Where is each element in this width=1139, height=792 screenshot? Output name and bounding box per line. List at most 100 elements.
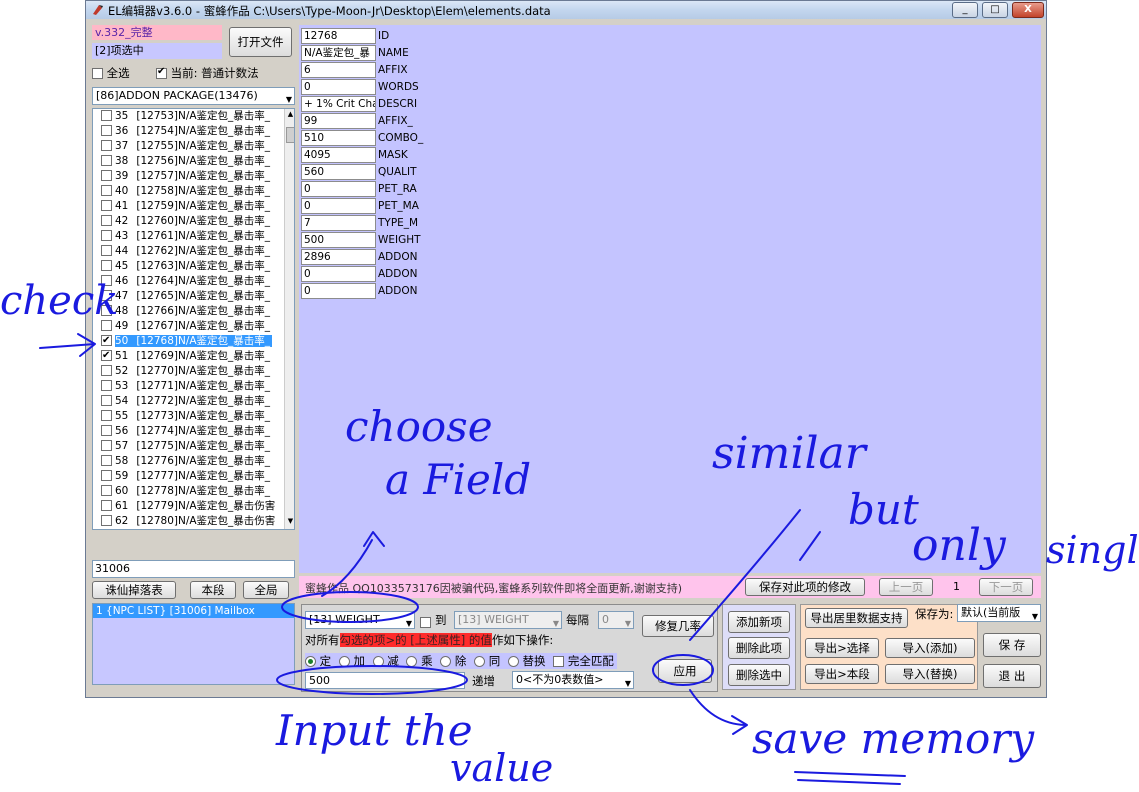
add-radio[interactable]	[338, 656, 350, 667]
search-results-list[interactable]: 1 {NPC LIST} [31006] Mailbox	[92, 603, 295, 685]
scroll-down-icon[interactable]: ▼	[286, 517, 294, 527]
export-section-button[interactable]: 导出>本段	[805, 664, 879, 684]
current-mode-checkbox[interactable]	[156, 66, 167, 79]
close-button[interactable]: X	[1012, 2, 1044, 18]
list-item[interactable]: 46 [12764]N/A鉴定包_暴击率_	[93, 274, 294, 289]
list-item[interactable]: 60 [12778]N/A鉴定包_暴击率_	[93, 484, 294, 499]
list-item-checkbox[interactable]	[101, 139, 112, 151]
list-item-checkbox[interactable]	[101, 469, 112, 481]
list-item[interactable]: 51 [12769]N/A鉴定包_暴击率_	[93, 348, 294, 364]
multiply-radio[interactable]	[406, 656, 418, 667]
item-list[interactable]: 35 [12753]N/A鉴定包_暴击率_ 36 [12754]N/A鉴定包_暴击率_…	[92, 108, 295, 530]
search-input[interactable]: 31006	[92, 560, 295, 578]
list-item[interactable]: 42 [12760]N/A鉴定包_暴击率_	[93, 214, 294, 229]
list-item-checkbox[interactable]	[101, 214, 112, 226]
list-item[interactable]: 55 [12773]N/A鉴定包_暴击率_	[93, 409, 294, 424]
list-item-checkbox[interactable]	[101, 259, 112, 271]
divide-radio[interactable]	[440, 656, 452, 667]
subtract-radio[interactable]	[372, 656, 384, 667]
condition-select[interactable]: 0<不为0表数值> ▼	[512, 671, 634, 689]
list-item-checkbox[interactable]	[101, 348, 112, 363]
replace-radio[interactable]	[507, 656, 519, 667]
list-item-checkbox[interactable]	[101, 409, 112, 421]
field-value-input[interactable]: 99	[301, 113, 376, 129]
title-bar[interactable]: EL编辑器v3.6.0 - 蜜蜂作品 C:\Users\Type-Moon-Jr…	[86, 1, 1046, 19]
zhuxian-drop-table-button[interactable]: 诛仙掉落表	[92, 581, 176, 599]
field-value-input[interactable]: 4095	[301, 147, 376, 163]
value-input[interactable]: 500	[305, 672, 465, 689]
list-item-checkbox[interactable]	[101, 109, 112, 121]
list-item[interactable]: 35 [12753]N/A鉴定包_暴击率_	[93, 109, 294, 124]
field-value-input[interactable]: 510	[301, 130, 376, 146]
section-button[interactable]: 本段	[190, 581, 236, 599]
list-item[interactable]: 53 [12771]N/A鉴定包_暴击率_	[93, 379, 294, 394]
minimize-button[interactable]: _	[952, 2, 978, 18]
list-item[interactable]: 58 [12776]N/A鉴定包_暴击率_	[93, 454, 294, 469]
list-item-checkbox[interactable]	[101, 439, 112, 451]
list-item[interactable]: 56 [12774]N/A鉴定包_暴击率_	[93, 424, 294, 439]
select-all-checkbox[interactable]	[92, 68, 103, 79]
save-button[interactable]: 保 存	[983, 633, 1041, 657]
list-item-checkbox[interactable]	[101, 124, 112, 136]
list-item-checkbox[interactable]	[101, 394, 112, 406]
prev-page-button[interactable]: 上一页	[879, 578, 933, 596]
list-item[interactable]: 38 [12756]N/A鉴定包_暴击率_	[93, 154, 294, 169]
open-file-button[interactable]: 打开文件	[229, 27, 292, 57]
list-item[interactable]: 61 [12779]N/A鉴定包_暴击伤害	[93, 499, 294, 514]
list-item[interactable]: 43 [12761]N/A鉴定包_暴击率_	[93, 229, 294, 244]
list-item[interactable]: 44 [12762]N/A鉴定包_暴击率_	[93, 244, 294, 259]
list-item[interactable]: 54 [12772]N/A鉴定包_暴击率_	[93, 394, 294, 409]
list-item[interactable]: 39 [12757]N/A鉴定包_暴击率_	[93, 169, 294, 184]
list-item[interactable]: 59 [12777]N/A鉴定包_暴击率_	[93, 469, 294, 484]
export-data-support-button[interactable]: 导出居里数据支持	[805, 608, 908, 628]
list-item[interactable]: 45 [12763]N/A鉴定包_暴击率_	[93, 259, 294, 274]
import-replace-button[interactable]: 导入(替换)	[885, 664, 975, 684]
list-item[interactable]: 49 [12767]N/A鉴定包_暴击率_	[93, 319, 294, 334]
interval-select[interactable]: 0 ▼	[598, 611, 634, 629]
field-value-input[interactable]: 0	[301, 198, 376, 214]
list-item-checkbox[interactable]	[101, 379, 112, 391]
scroll-thumb[interactable]	[286, 127, 294, 143]
field-value-input[interactable]: 2896	[301, 249, 376, 265]
range-checkbox[interactable]	[420, 616, 431, 628]
field-select[interactable]: [13] WEIGHT ▼	[305, 611, 415, 629]
list-item[interactable]: 48 [12766]N/A鉴定包_暴击率_	[93, 304, 294, 319]
field-value-input[interactable]: 0	[301, 79, 376, 95]
field-value-input[interactable]: 7	[301, 215, 376, 231]
scroll-up-icon[interactable]: ▲	[286, 110, 294, 120]
global-button[interactable]: 全局	[243, 581, 289, 599]
field-value-input[interactable]: 560	[301, 164, 376, 180]
list-item[interactable]: 41 [12759]N/A鉴定包_暴击率_	[93, 199, 294, 214]
field-value-input[interactable]: 0	[301, 181, 376, 197]
save-changes-button[interactable]: 保存对此项的修改	[745, 578, 865, 596]
apply-button[interactable]: 应用	[658, 659, 712, 683]
list-item-checkbox[interactable]	[101, 169, 112, 181]
set-radio[interactable]	[305, 656, 316, 667]
list-item[interactable]: 40 [12758]N/A鉴定包_暴击率_	[93, 184, 294, 199]
list-scrollbar[interactable]: ▲ ▼	[284, 109, 294, 529]
field-value-input[interactable]: 12768	[301, 28, 376, 44]
list-item-checkbox[interactable]	[101, 154, 112, 166]
exit-button[interactable]: 退 出	[983, 664, 1041, 688]
list-item-checkbox[interactable]	[101, 244, 112, 256]
list-item-checkbox[interactable]	[101, 199, 112, 211]
add-new-item-button[interactable]: 添加新项	[728, 611, 790, 633]
field-value-input[interactable]: N/A鉴定包_暴	[301, 45, 376, 61]
list-item-checkbox[interactable]	[101, 184, 112, 196]
field-value-input[interactable]: + 1% Crit Chan	[301, 96, 376, 112]
delete-selected-button[interactable]: 删除选中	[728, 664, 790, 686]
category-select[interactable]: [86]ADDON PACKAGE(13476) ▼	[92, 87, 295, 105]
list-item-checkbox[interactable]	[101, 333, 112, 348]
field-value-input[interactable]: 0	[301, 283, 376, 299]
list-item-checkbox[interactable]	[101, 229, 112, 241]
import-add-button[interactable]: 导入(添加)	[885, 638, 975, 658]
search-result-item[interactable]: 1 {NPC LIST} [31006] Mailbox	[93, 604, 294, 618]
list-item[interactable]: 36 [12754]N/A鉴定包_暴击率_	[93, 124, 294, 139]
list-item-checkbox[interactable]	[101, 424, 112, 436]
list-item[interactable]: 37 [12755]N/A鉴定包_暴击率_	[93, 139, 294, 154]
list-item[interactable]: 52 [12770]N/A鉴定包_暴击率_	[93, 364, 294, 379]
next-page-button[interactable]: 下一页	[979, 578, 1033, 596]
same-radio[interactable]	[474, 656, 486, 667]
field-value-input[interactable]: 6	[301, 62, 376, 78]
maximize-button[interactable]: □	[982, 2, 1008, 18]
